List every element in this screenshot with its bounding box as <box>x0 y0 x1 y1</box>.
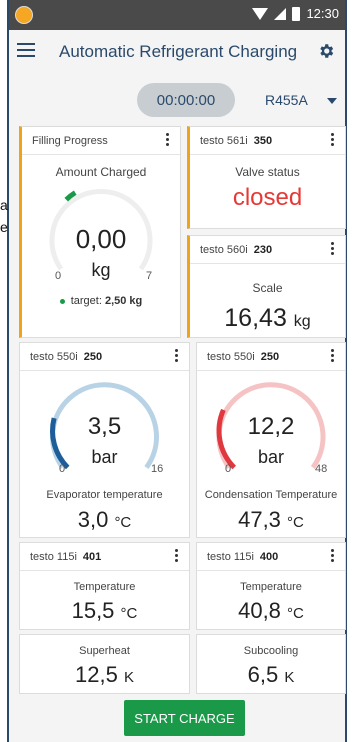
amount-charged-label: Amount Charged <box>55 165 147 179</box>
clock: 12:30 <box>306 6 339 21</box>
app-logo-icon <box>15 6 33 24</box>
valve-status-card: testo 561i 350 Valve status closed <box>187 126 346 229</box>
scale-card: testo 560i 230 Scale 16,43 kg <box>187 235 346 338</box>
condensation-card: testo 550i 250 12,2 bar 0 48 Condensation… <box>196 342 346 538</box>
background-text-e: e <box>0 219 8 235</box>
gauge-min-label: 0 <box>59 463 66 475</box>
temperature-probe-card-401: testo 115i 401 Temperature 15,5 °C <box>19 542 190 630</box>
left-background <box>0 0 9 742</box>
menu-icon[interactable] <box>17 43 35 59</box>
temperature-unit: °C <box>287 605 304 622</box>
more-options-icon[interactable] <box>175 349 179 364</box>
more-options-icon[interactable] <box>331 549 335 564</box>
condensation-temp-reading: 47,3 °C <box>197 507 345 533</box>
evaporator-card: testo 550i 250 3,5 bar 0 16 Evaporator te… <box>19 342 190 538</box>
temperature-value: 15,5 <box>71 598 115 623</box>
more-options-icon[interactable] <box>331 133 335 148</box>
temperature-probe-card-400: testo 115i 400 Temperature 40,8 °C <box>196 542 346 630</box>
background-text-a: a <box>0 197 8 213</box>
scale-reading: 16,43 kg <box>190 304 345 333</box>
condensation-temp-value: 47,3 <box>238 507 281 532</box>
gauge-min-label: 0 <box>225 463 232 475</box>
device-serial: 350 <box>253 135 273 147</box>
more-options-icon[interactable] <box>331 349 335 364</box>
condensation-pressure-value: 12,2 <box>247 413 295 440</box>
device-name: testo 115i <box>30 551 77 563</box>
valve-status-value: closed <box>232 184 303 211</box>
device-name: testo 550i <box>207 351 255 363</box>
device-serial: 230 <box>253 244 273 256</box>
start-charge-button[interactable]: START CHARGE <box>124 700 245 736</box>
superheat-card: Superheat 12,5 K <box>19 634 190 694</box>
condensation-temp-unit: °C <box>287 514 304 531</box>
scale-unit: kg <box>293 313 311 330</box>
gauge-max-label: 7 <box>146 270 153 282</box>
target-dot-icon <box>59 298 65 304</box>
chevron-down-icon[interactable] <box>327 98 337 104</box>
subcooling-value: 6,5 <box>247 662 279 687</box>
charge-timer[interactable]: 00:00:00 <box>137 83 235 117</box>
subcooling-card: Subcooling 6,5 K <box>196 634 346 694</box>
evaporator-pressure-value: 3,5 <box>87 413 122 440</box>
battery-icon <box>292 6 301 21</box>
target-value: 2,50 kg <box>104 295 143 307</box>
evaporator-temp-value: 3,0 <box>77 507 109 532</box>
more-options-icon[interactable] <box>331 242 335 257</box>
status-bar: 12:30 <box>9 0 345 30</box>
page-title: Automatic Refrigerant Charging <box>59 42 298 61</box>
device-serial: 250 <box>83 351 103 363</box>
signal-icon <box>274 7 287 20</box>
device-serial: 250 <box>260 351 280 363</box>
device-name: testo 561i <box>200 135 248 147</box>
subcooling-reading: 6,5 K <box>197 662 345 688</box>
more-options-icon[interactable] <box>175 549 179 564</box>
gauge-max-label: 16 <box>151 463 164 475</box>
valve-status-label: Valve status <box>235 165 300 179</box>
refrigerant-select[interactable]: R455A <box>265 92 308 108</box>
scale-label: Scale <box>252 281 283 295</box>
device-serial: 401 <box>82 551 102 563</box>
device-name: testo 550i <box>30 351 78 363</box>
superheat-label: Superheat <box>79 645 130 657</box>
condensation-temp-label: Condensation Temperature <box>204 489 338 501</box>
evaporator-temp-label: Evaporator temperature <box>46 489 163 501</box>
scale-value: 16,43 <box>224 304 287 332</box>
temperature-unit: °C <box>120 605 138 622</box>
gauge-max-label: 48 <box>315 463 328 475</box>
more-options-icon[interactable] <box>166 133 170 148</box>
right-background <box>345 0 353 742</box>
temperature-value: 40,8 <box>238 598 281 623</box>
temperature-reading: 40,8 °C <box>197 598 345 624</box>
subcooling-unit: K <box>284 669 295 686</box>
target-info: target: 2,50 kg <box>22 295 180 307</box>
wifi-icon <box>252 7 269 20</box>
device-screen: a e 12:30 Automatic Refrigerant Charging… <box>0 0 353 742</box>
card-header-label: Filling Progress <box>32 135 108 147</box>
target-label: target: <box>70 295 102 307</box>
device-serial: 400 <box>259 551 279 563</box>
gear-icon[interactable] <box>317 42 335 60</box>
temperature-label: Temperature <box>240 581 302 593</box>
superheat-unit: K <box>123 669 134 686</box>
device-name: testo 560i <box>200 244 248 256</box>
superheat-value: 12,5 <box>75 662 118 687</box>
evaporator-temp-unit: °C <box>114 514 132 531</box>
gauge-min-label: 0 <box>55 270 62 282</box>
device-name: testo 115i <box>207 551 254 563</box>
app-bar: Automatic Refrigerant Charging <box>9 30 345 74</box>
filling-progress-card: Filling Progress Amount Charged 0,00 kg … <box>19 126 181 338</box>
amount-value: 0,00 <box>75 224 127 254</box>
amount-unit: kg <box>91 260 111 280</box>
evaporator-pressure-unit: bar <box>91 447 118 467</box>
evaporator-temp-reading: 3,0 °C <box>20 507 189 533</box>
superheat-reading: 12,5 K <box>20 662 189 688</box>
temperature-label: Temperature <box>73 581 136 593</box>
app-window: 12:30 Automatic Refrigerant Charging 00:… <box>9 0 346 742</box>
temperature-reading: 15,5 °C <box>20 598 189 624</box>
subcooling-label: Subcooling <box>243 645 299 657</box>
